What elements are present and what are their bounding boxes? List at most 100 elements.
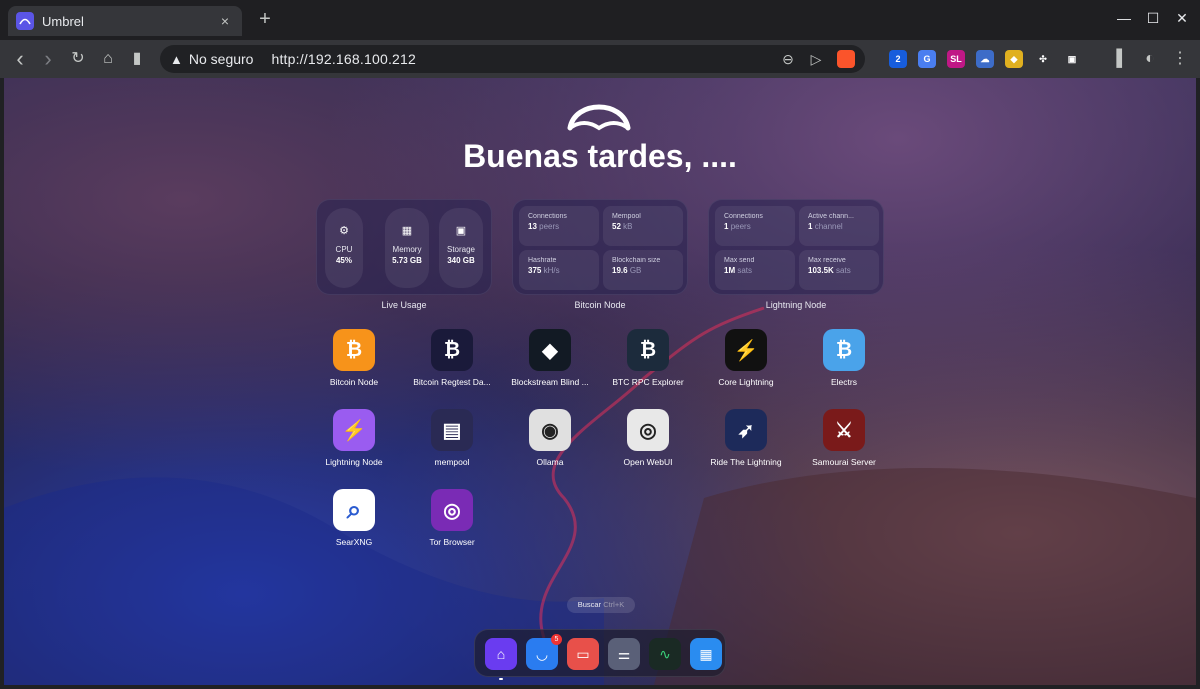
dock-glyph: ⌂ [496, 646, 506, 662]
app-ollama[interactable]: ◉ Ollama [502, 409, 598, 467]
dock-home-icon[interactable]: ⌂ [485, 638, 517, 680]
dock-settings-icon[interactable]: ⚌ [608, 638, 640, 670]
translate-icon[interactable]: G [918, 50, 936, 68]
dock-live-usage-icon[interactable]: ∿ [649, 638, 681, 670]
storage-label: Storage [446, 245, 476, 254]
new-tab-button[interactable]: + [255, 8, 275, 30]
app-label: Ride The Lightning [710, 457, 782, 467]
url-text[interactable]: http://192.168.100.212 [271, 51, 771, 67]
app-searxng[interactable]: ⌕ SearXNG [306, 489, 402, 547]
app-tor-browser[interactable]: ◎ Tor Browser [404, 489, 500, 547]
storage-icon: ▣ [455, 225, 467, 237]
search-hint-label: Buscar [577, 600, 602, 609]
sidebar-toggle-icon[interactable]: ▌ [1112, 49, 1132, 69]
core-lightning-icon: ⚡ [725, 329, 767, 371]
samourai-server-icon: ⚔ [823, 409, 865, 451]
app-label: BTC RPC Explorer [612, 377, 684, 387]
lightning-node-caption: Lightning Node [765, 300, 827, 310]
app-label: Bitcoin Node [329, 377, 379, 387]
dock-backups-icon[interactable]: ▭ [567, 638, 599, 670]
app-mempool[interactable]: ▤ mempool [404, 409, 500, 467]
back-button[interactable]: ‹ [10, 48, 30, 70]
close-window-button[interactable]: ✕ [1172, 10, 1192, 27]
memory-value: 5.73 GB [392, 256, 422, 265]
forward-button[interactable]: › [38, 48, 58, 70]
brave-shields-icon[interactable] [837, 50, 855, 68]
stat-value: 103.5K [808, 266, 834, 275]
app-btc-rpc-explorer[interactable]: ₿ BTC RPC Explorer [600, 329, 696, 387]
search-hint-shortcut: Ctrl+K [603, 600, 625, 609]
reload-button[interactable]: ↻ [68, 49, 88, 69]
home-button[interactable]: ⌂ [98, 49, 118, 69]
app-core-lightning[interactable]: ⚡ Core Lightning [698, 329, 794, 387]
bookmark-button[interactable]: ▮ [127, 49, 147, 69]
active-indicator [499, 678, 503, 680]
btc-hashrate-stat: Hashrate 375 kH/s [519, 250, 599, 290]
stat-unit: kB [623, 222, 633, 231]
security-status[interactable]: No seguro [189, 51, 254, 67]
dock-app-store-icon[interactable]: ◡ 5 [526, 634, 562, 670]
bitwarden-icon[interactable]: 2 [889, 50, 907, 68]
tab-umbrel[interactable]: Umbrel × [8, 6, 242, 36]
app-blockstream-blind[interactable]: ◆ Blockstream Blind ... [502, 329, 598, 387]
maximize-button[interactable]: ☐ [1143, 10, 1163, 27]
live-usage-widget[interactable]: ⚙ CPU 45% ▦ Memory 5.73 GB ▣ Storage 340… [316, 199, 492, 295]
dock-widgets-icon[interactable]: ▦ [690, 638, 722, 670]
app-bitcoin-node[interactable]: ₿ Bitcoin Node [306, 329, 402, 387]
app-label: Lightning Node [325, 457, 383, 467]
btc-blockchain-size-stat: Blockchain size 19.6 GB [603, 250, 683, 290]
zoom-icon[interactable]: ⊖ [777, 51, 799, 68]
app-bitcoin-regtest[interactable]: ₿ Bitcoin Regtest Da... [404, 329, 500, 387]
open-webui-icon: ◎ [627, 409, 669, 451]
stat-value: 19.6 [612, 266, 628, 275]
tab-title: Umbrel [42, 13, 84, 29]
ln-max-receive-stat: Max receive 103.5K sats [799, 250, 879, 290]
app-open-webui[interactable]: ◎ Open WebUI [600, 409, 696, 467]
stat-unit: GB [629, 266, 642, 275]
minimize-button[interactable]: — [1114, 10, 1134, 26]
live-usage-caption: Live Usage [381, 300, 427, 310]
dock-glyph: ⚌ [617, 645, 631, 662]
dock: ⌂ ◡ 5 ▭ ⚌ ∿ ▦ [474, 629, 726, 680]
tab-close-icon[interactable]: × [216, 13, 234, 29]
bitcoin-node-icon: ₿ [333, 329, 375, 371]
app-label: Samourai Server [812, 457, 876, 467]
sl-extension-icon[interactable]: SL [947, 50, 965, 68]
app-samourai-server[interactable]: ⚔ Samourai Server [796, 409, 892, 467]
lightning-node-widget[interactable]: Connections 1 peers Active chann... 1 ch… [708, 199, 884, 295]
stat-label: Max receive [808, 257, 846, 264]
stat-value: 1 [808, 222, 813, 231]
cloud-extension-icon[interactable]: ☁ [976, 50, 994, 68]
app-label: Blockstream Blind ... [511, 377, 589, 387]
dock-glyph: ∿ [659, 645, 671, 662]
app-label: SearXNG [335, 537, 373, 547]
stat-value: 1 [724, 222, 729, 231]
stat-label: Connections [528, 213, 567, 220]
theme-icon[interactable]: ◐ [1140, 49, 1160, 69]
app-ride-the-lightning[interactable]: ➶ Ride The Lightning [698, 409, 794, 467]
search-shortcut-hint[interactable]: Buscar Ctrl+K [567, 597, 635, 613]
app-label: Bitcoin Regtest Da... [413, 377, 491, 387]
puzzle-icon[interactable]: ✣ [1034, 50, 1052, 68]
greeting-heading: Buenas tardes, .... [463, 138, 737, 174]
browser-menu-icon[interactable]: ⋮ [1170, 49, 1190, 69]
address-bar[interactable]: ▲ No seguro http://192.168.100.212 ⊖ ▷ [160, 45, 865, 73]
cpu-pill: ⚙ CPU 45% [325, 208, 363, 288]
screenshot-icon[interactable]: ▣ [1063, 50, 1081, 68]
app-electrs[interactable]: ₿ Electrs [796, 329, 892, 387]
ln-connections-stat: Connections 1 peers [715, 206, 795, 246]
blockstream-icon: ◆ [529, 329, 571, 371]
lightning-node-icon: ⚡ [333, 409, 375, 451]
share-icon[interactable]: ▷ [805, 51, 827, 68]
btc-connections-stat: Connections 13 peers [519, 206, 599, 246]
bitcoin-regtest-icon: ₿ [431, 329, 473, 371]
stat-label: Hashrate [528, 257, 557, 264]
bitcoin-node-widget[interactable]: Connections 13 peers Mempool 52 kB Hashr… [512, 199, 688, 295]
app-lightning-node[interactable]: ⚡ Lightning Node [306, 409, 402, 467]
extension-icon-2[interactable]: ◆ [1005, 50, 1023, 68]
memory-pill: ▦ Memory 5.73 GB [385, 208, 429, 288]
stat-value: 375 [528, 266, 542, 275]
stat-label: Active chann... [808, 213, 854, 220]
cpu-value: 45% [335, 256, 352, 265]
security-warning-icon[interactable]: ▲ [170, 52, 183, 67]
